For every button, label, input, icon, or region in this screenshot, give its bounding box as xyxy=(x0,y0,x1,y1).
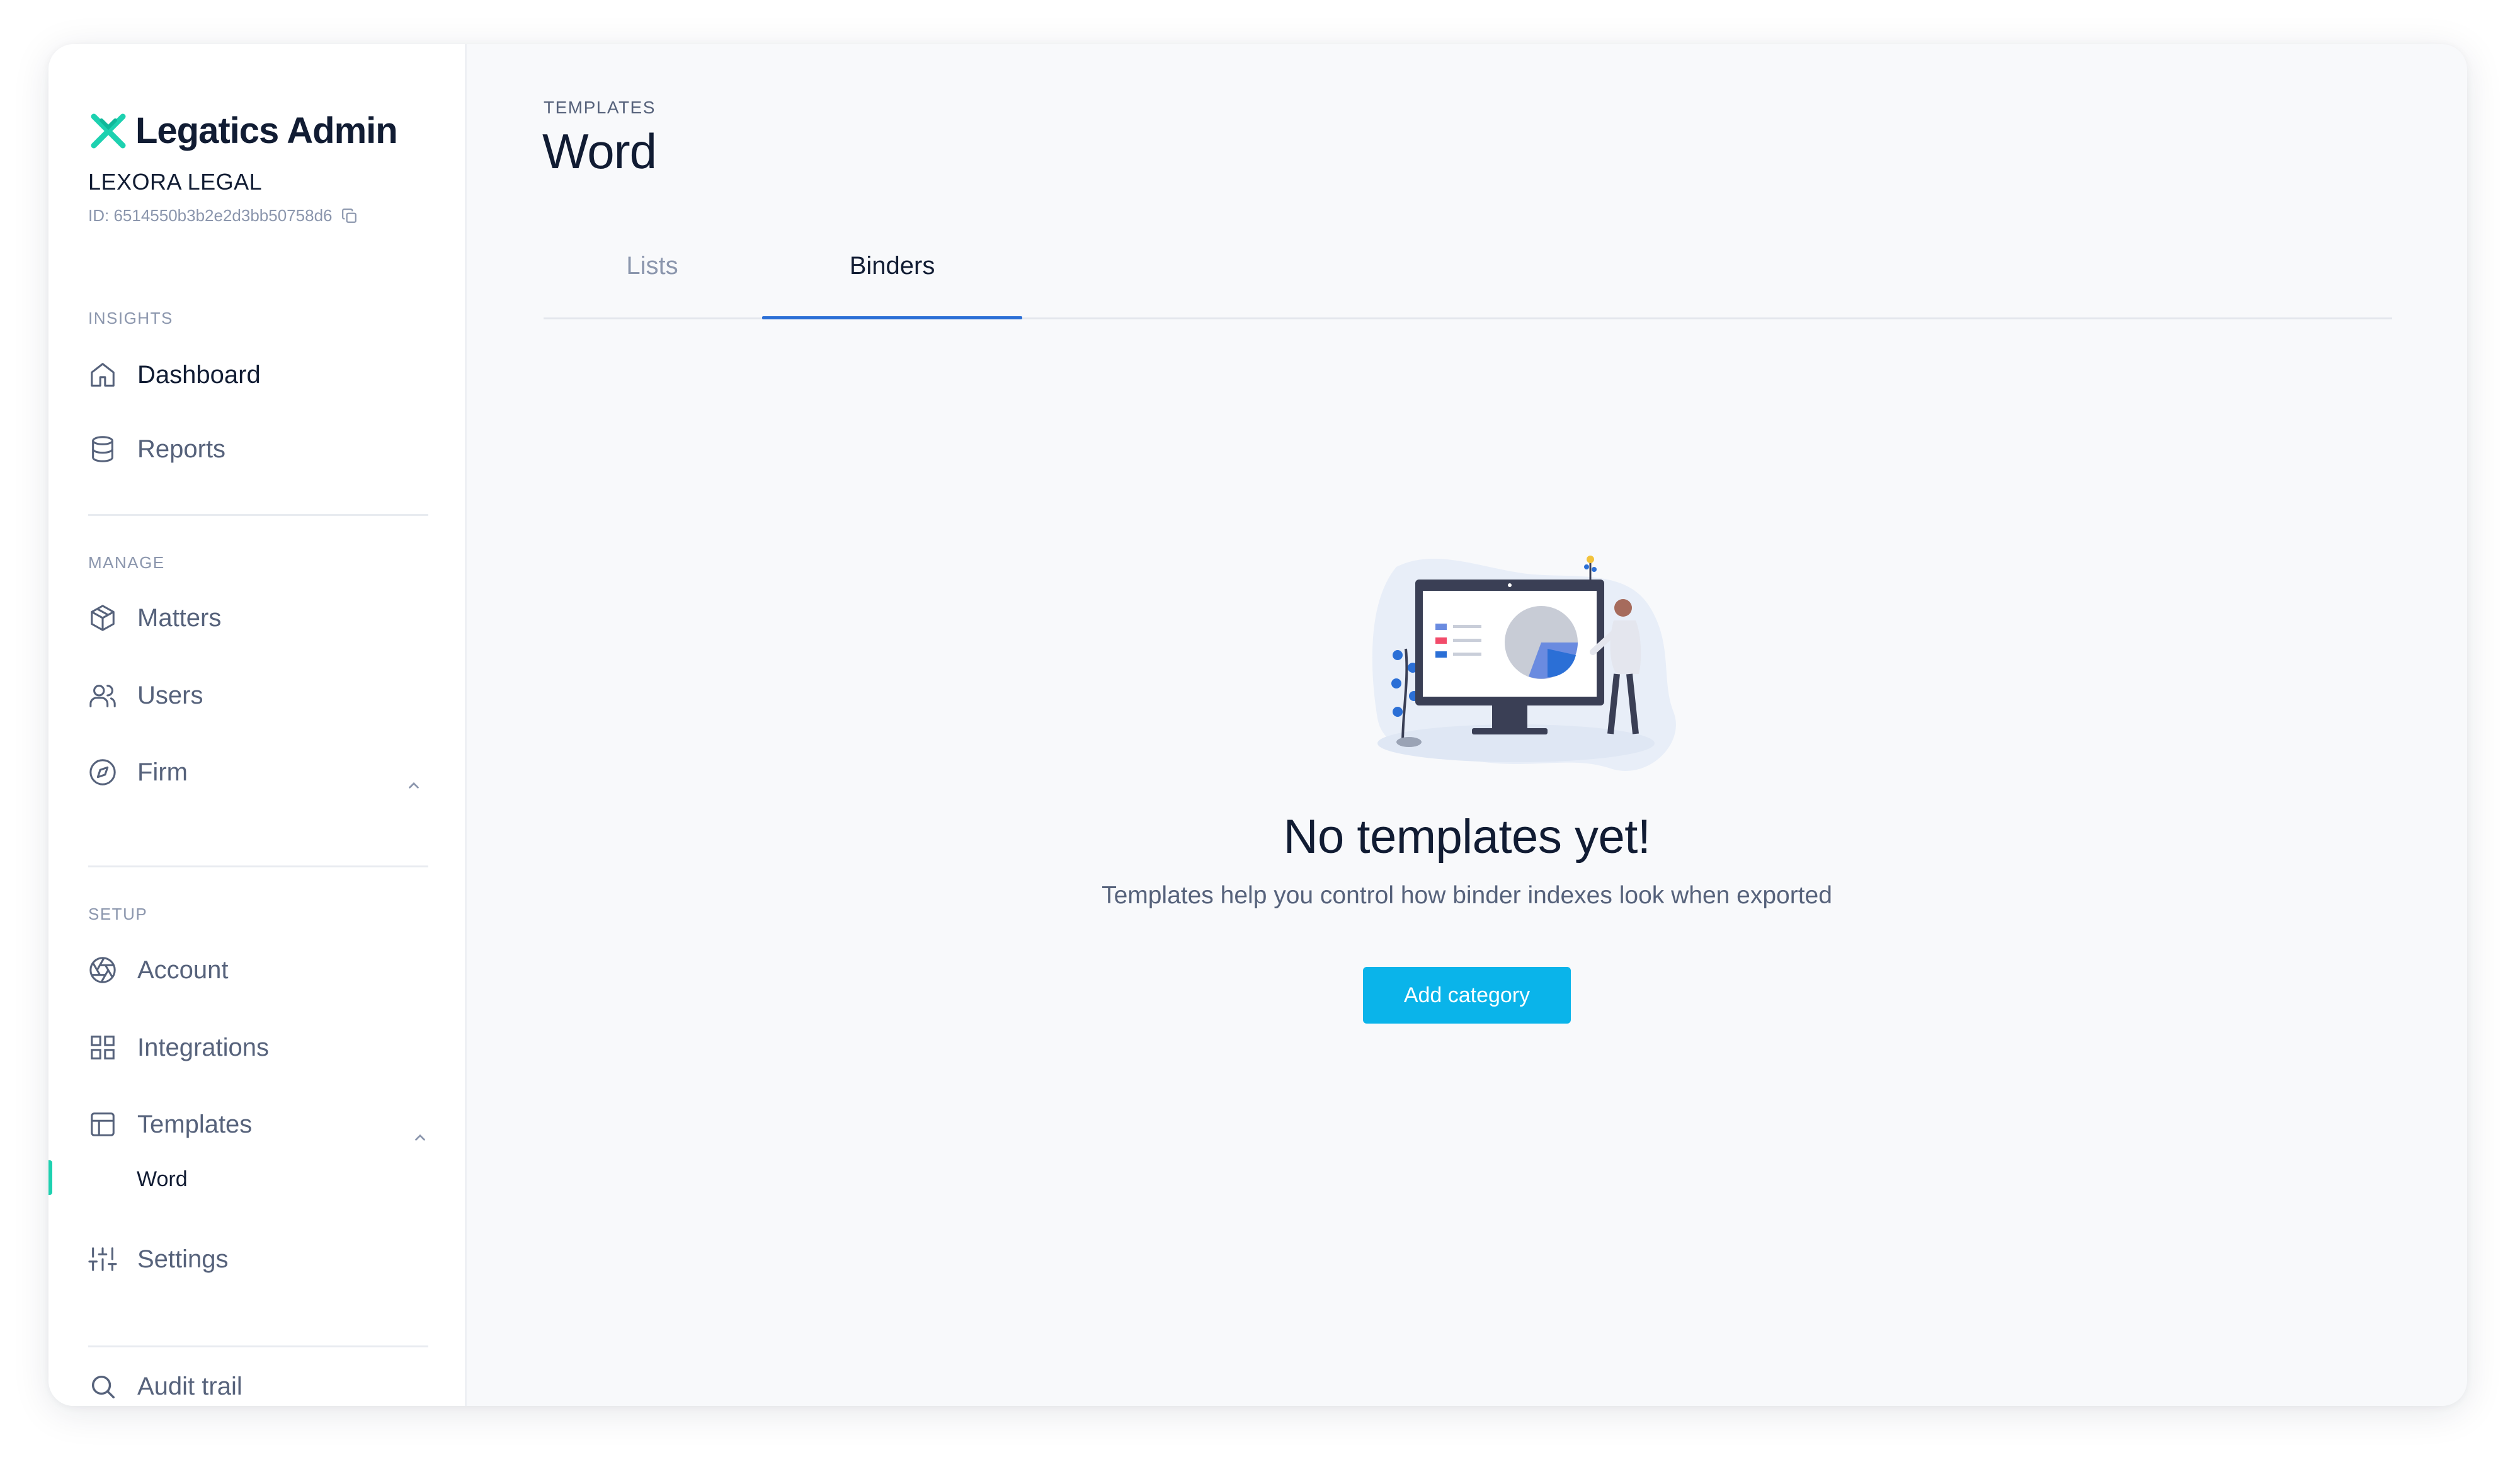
home-icon xyxy=(88,360,117,389)
sidebar-item-reports[interactable]: Reports xyxy=(88,435,225,464)
database-icon xyxy=(88,435,117,464)
sidebar-item-dashboard[interactable]: Dashboard xyxy=(88,360,261,389)
section-label-manage: MANAGE xyxy=(88,553,165,572)
sidebar-item-integrations[interactable]: Integrations xyxy=(88,1033,269,1062)
sidebar-item-users[interactable]: Users xyxy=(88,681,203,710)
sidebar-subitem-word[interactable]: Word xyxy=(137,1167,188,1192)
sidebar-divider xyxy=(88,1345,428,1347)
tab-binders[interactable]: Binders xyxy=(762,252,1022,280)
add-category-button[interactable]: Add category xyxy=(1363,967,1571,1024)
tab-lists[interactable]: Lists xyxy=(544,252,761,280)
section-label-setup: SETUP xyxy=(88,905,148,923)
sidebar-item-label: Users xyxy=(137,681,203,709)
sidebar-item-label: Account xyxy=(137,956,229,984)
active-tab-indicator xyxy=(762,316,1022,319)
sidebar-item-matters[interactable]: Matters xyxy=(88,603,221,632)
empty-state-illustration xyxy=(1372,556,1676,771)
app-title: Legatics Admin xyxy=(135,110,398,151)
organization-id-text: ID: 6514550b3b2e2d3bb50758d6 xyxy=(88,206,333,225)
legatics-logo-icon xyxy=(91,113,126,148)
organization-name: LEXORA LEGAL xyxy=(88,169,263,195)
section-label-insights: INSIGHTS xyxy=(88,309,173,328)
empty-state-actions: Add category xyxy=(467,967,2467,1024)
main-content: TEMPLATES Word Lists Binders No template… xyxy=(467,44,2467,1406)
sidebar-divider xyxy=(88,514,428,516)
aperture-icon xyxy=(88,956,117,985)
app-window: Legatics Admin LEXORA LEGAL ID: 6514550b… xyxy=(48,44,2467,1406)
sidebar-item-label: Templates xyxy=(137,1110,253,1138)
box-icon xyxy=(88,603,117,632)
sidebar-divider xyxy=(88,865,428,867)
sidebar-item-label: Matters xyxy=(137,603,222,632)
grid-icon xyxy=(88,1033,117,1062)
layout-icon xyxy=(88,1110,117,1139)
chevron-up-icon[interactable] xyxy=(406,777,422,794)
compass-icon xyxy=(88,758,117,787)
breadcrumb[interactable]: TEMPLATES xyxy=(544,98,656,118)
sidebar-item-label: Audit trail xyxy=(137,1372,242,1400)
sidebar: Legatics Admin LEXORA LEGAL ID: 6514550b… xyxy=(48,44,467,1406)
sidebar-item-audit-trail[interactable]: Audit trail xyxy=(88,1372,242,1401)
search-icon xyxy=(88,1372,117,1401)
sidebar-item-label: Settings xyxy=(137,1245,229,1273)
sidebar-item-label: Integrations xyxy=(137,1033,270,1061)
sidebar-item-account[interactable]: Account xyxy=(88,956,229,985)
page-title: Word xyxy=(542,123,657,179)
empty-state-subtitle: Templates help you control how binder in… xyxy=(1102,882,1832,909)
active-indicator xyxy=(48,1160,52,1195)
sidebar-item-templates[interactable]: Templates xyxy=(88,1110,252,1139)
sliders-icon xyxy=(88,1245,117,1274)
sidebar-item-settings[interactable]: Settings xyxy=(88,1245,229,1274)
users-icon xyxy=(88,681,117,710)
sidebar-item-firm[interactable]: Firm xyxy=(88,758,188,787)
copy-icon[interactable] xyxy=(341,208,358,224)
empty-state-title: No templates yet! xyxy=(1283,810,1651,864)
sidebar-item-label: Dashboard xyxy=(137,360,261,389)
app-logo[interactable]: Legatics Admin xyxy=(89,110,398,152)
sidebar-item-label: Reports xyxy=(137,435,226,463)
chevron-up-icon[interactable] xyxy=(412,1129,428,1146)
organization-id: ID: 6514550b3b2e2d3bb50758d6 xyxy=(88,206,358,226)
sidebar-item-label: Firm xyxy=(137,758,188,786)
